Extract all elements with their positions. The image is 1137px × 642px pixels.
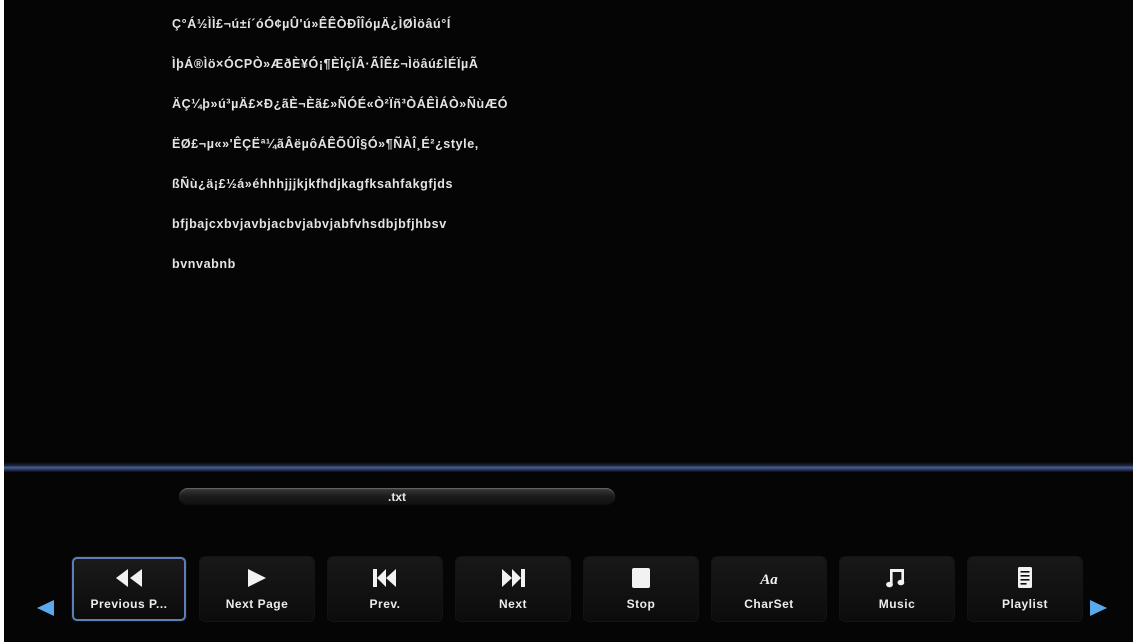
media-player-screen: Ç°Á½ÌÌ£¬ú±í´óÓ¢µÛ'ú»ÊÊÒÐÎÎóµÄ¿ÌØÌöâú°Í Ì… [4, 0, 1133, 642]
button-label: CharSet [744, 597, 794, 611]
skip-next-icon [456, 567, 570, 589]
document-text-area: Ç°Á½ÌÌ£¬ú±í´óÓ¢µÛ'ú»ÊÊÒÐÎÎóµÄ¿ÌØÌöâú°Í Ì… [172, 12, 1052, 292]
scroll-left-arrow-icon[interactable] [34, 597, 56, 619]
scroll-right-arrow-icon[interactable] [1088, 597, 1110, 619]
playlist-icon [968, 567, 1082, 589]
next-page-button[interactable]: Next Page [200, 557, 314, 621]
stop-icon [584, 567, 698, 589]
stop-button[interactable]: Stop [584, 557, 698, 621]
skip-previous-icon [328, 567, 442, 589]
document-line: ßÑù¿ä¡£½á»éhhhjjjkjkfhdjkagfksahfakgfjds [172, 177, 454, 191]
playlist-button[interactable]: Playlist [968, 557, 1082, 621]
rewind-icon [74, 567, 184, 589]
file-name-bar: .txt [179, 488, 615, 506]
document-line: Ç°Á½ÌÌ£¬ú±í´óÓ¢µÛ'ú»ÊÊÒÐÎÎóµÄ¿ÌØÌöâú°Í [172, 17, 451, 31]
button-label: Prev. [369, 597, 401, 611]
charset-button[interactable]: Aa CharSet [712, 557, 826, 621]
document-line: bvnvabnb [172, 257, 236, 271]
music-button[interactable]: Music [840, 557, 954, 621]
toolbar: Previous P... Next Page Prev. Next Stop … [72, 557, 1082, 623]
document-line: ÌþÁ®Ìö×ÓCPÒ»ÆðÈ¥Ó¡¶ÈÏçÏÂ·ÃÎÊ£¬Ìöâú£ÌÉÏµÃ [172, 57, 479, 71]
charset-icon: Aa [712, 567, 826, 589]
button-label: Stop [626, 597, 656, 611]
button-label: Previous P... [90, 597, 168, 611]
play-icon [200, 567, 314, 589]
button-label: Next Page [225, 597, 289, 611]
button-label: Playlist [1001, 597, 1049, 611]
document-line: ÄÇ¼þ»ú³µÄ£×Ð¿ãÈ¬Èã£»ÑÓÉ«Ò²Ïñ³ÒÁÊÌÁÒ»ÑùÆÓ [172, 97, 509, 111]
music-note-icon [840, 567, 954, 589]
document-line: bfjbajcxbvjavbjacbvjabvjabfvhsdbjbfjhbsv [172, 217, 447, 231]
button-label: Next [498, 597, 527, 611]
button-label: Music [878, 597, 916, 611]
document-line: ËØ£¬µ«»'ÊÇËª¼ãÂëµôÁÊÕÛÎ§Ó»¶ÑÀÎ¸É²¿style, [172, 137, 479, 151]
previous-page-button[interactable]: Previous P... [72, 557, 186, 621]
svg-text:Aa: Aa [759, 572, 778, 588]
next-track-button[interactable]: Next [456, 557, 570, 621]
panel-divider [4, 462, 1133, 472]
prev-track-button[interactable]: Prev. [328, 557, 442, 621]
